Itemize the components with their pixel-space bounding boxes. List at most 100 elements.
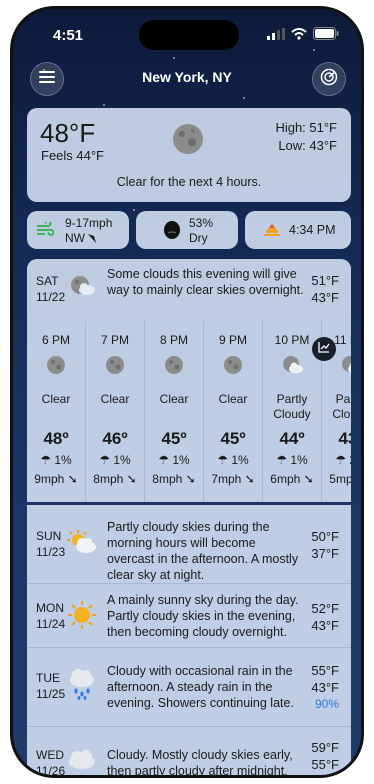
hour-condition: Clear — [100, 392, 130, 406]
hour-temp: 48º — [43, 429, 69, 448]
signal-icon — [267, 27, 285, 45]
today-day: SAT — [36, 274, 59, 288]
today-forecast-row[interactable]: SAT 11/22 Some clouds this evening will … — [27, 259, 351, 321]
hour-column[interactable]: 6 PM Clear 48º ☂ 1% 9mph ➘ — [27, 321, 86, 502]
current-summary: Clear for the next 4 hours. — [116, 175, 262, 189]
moon-icon — [171, 122, 205, 156]
umbrella-icon: ☂ — [158, 453, 170, 467]
hour-column[interactable]: 8 PM Clear 45º ☂ 1% 8mph ➘ — [145, 321, 204, 502]
wind-arrow-icon: ➘ — [67, 472, 78, 486]
humidity-tile[interactable]: 53% Dry — [136, 211, 238, 249]
chart-icon — [318, 340, 330, 358]
hour-condition: Clear — [159, 392, 189, 406]
phone-frame: 4:51 New York, NY 48°F Feels 44°F High: … — [10, 6, 364, 778]
dynamic-island — [139, 20, 239, 50]
daily-row[interactable]: WED 11/26 Cloudy. Mostly cloudy skies ear… — [27, 727, 351, 775]
day-high: 50°F — [311, 529, 339, 544]
today-date: 11/22 — [36, 290, 66, 304]
wifi-icon — [291, 27, 307, 45]
hour-time: 8 PM — [159, 333, 188, 347]
daily-row[interactable]: SUN 11/23 Partly cloudy skies during the … — [27, 505, 351, 584]
hour-wind: 8mph ➘ — [152, 472, 196, 486]
today-high: 51°F — [311, 273, 339, 288]
day-description: Cloudy. Mostly cloudy skies early, then … — [107, 748, 293, 775]
moon-cloud-icon — [70, 275, 96, 302]
day-low: 37°F — [311, 546, 339, 561]
hour-precip: ☂ 1% — [217, 453, 249, 467]
daily-row[interactable]: TUE 11/25 Cloudy with occasional rain in … — [27, 648, 351, 727]
today-low: 43°F — [311, 290, 339, 305]
day-low: 43°F — [311, 618, 339, 633]
day-low: 43°F — [311, 680, 339, 695]
wind-speed: 9-17mph — [65, 216, 113, 230]
current-temp: 48°F — [40, 118, 96, 148]
moon-cloud-icon — [282, 355, 303, 375]
day-low: 55°F — [311, 757, 339, 772]
current-conditions-card[interactable]: 48°F Feels 44°F High: 51°F Low: 43°F Cle… — [27, 108, 351, 202]
hour-temp: 44º — [279, 429, 305, 448]
umbrella-icon: ☂ — [99, 453, 111, 467]
hourly-strip[interactable]: 6 PM Clear 48º ☂ 1% 9mph ➘ 7 PM Clear 46… — [27, 321, 351, 502]
moon-icon — [164, 355, 184, 375]
day-high: 55°F — [311, 663, 339, 678]
day-name: WED — [36, 748, 64, 762]
wind-tile[interactable]: 9-17mph NW — [27, 211, 129, 249]
high-temp: High: 51°F — [275, 120, 337, 135]
hour-wind: 5mph ➘ — [329, 472, 351, 486]
today-description: Some clouds this evening will give way t… — [107, 267, 304, 297]
umbrella-icon: ☂ — [335, 453, 347, 467]
day-date: 11/23 — [36, 545, 66, 559]
day-description: A mainly sunny sky during the day. Partl… — [107, 593, 299, 639]
low-temp: Low: 43°F — [278, 138, 337, 153]
wind-direction: NW — [65, 231, 85, 245]
humidity-label: Dry — [189, 231, 208, 245]
humidity-value: 53% — [189, 216, 214, 230]
radar-icon — [320, 68, 338, 91]
moon-cloud-icon — [341, 355, 351, 375]
hour-wind: 9mph ➘ — [34, 472, 78, 486]
day-name: MON — [36, 601, 64, 615]
graph-toggle-button[interactable] — [312, 337, 336, 361]
hour-time: 6 PM — [41, 333, 70, 347]
day-name: SUN — [36, 529, 62, 543]
sun-cloud-icon — [67, 529, 97, 560]
hour-condition: Clear — [218, 392, 248, 406]
rain-cloud-icon — [67, 666, 97, 705]
cloud-icon — [67, 747, 97, 775]
wind-arrow-icon: ➘ — [303, 472, 314, 486]
umbrella-icon: ☂ — [40, 453, 52, 467]
location-title[interactable]: New York, NY — [13, 69, 361, 85]
day-description: Partly cloudy skies during the morning h… — [107, 520, 299, 582]
day-date: 11/24 — [36, 617, 66, 631]
umbrella-icon: ☂ — [217, 453, 229, 467]
wind-arrow-icon: ➘ — [244, 472, 255, 486]
app-screen: 4:51 New York, NY 48°F Feels 44°F High: … — [13, 9, 361, 775]
feels-like: Feels 44°F — [41, 148, 105, 163]
daily-row[interactable]: MON 11/24 A mainly sunny sky during the d… — [27, 584, 351, 648]
today-day-label: SAT 11/22 — [36, 273, 65, 305]
moon-icon — [105, 355, 125, 375]
hour-precip: ☂ 1% — [276, 453, 308, 467]
sunset-time: 4:34 PM — [289, 223, 336, 237]
radar-button[interactable] — [312, 62, 346, 96]
hour-column[interactable]: 9 PM Clear 45º ☂ 1% 7mph ➘ — [204, 321, 263, 502]
hour-temp: 45º — [220, 429, 246, 448]
hour-wind: 7mph ➘ — [211, 472, 255, 486]
wind-icon — [36, 220, 55, 243]
day-precip-chance: 90% — [314, 697, 339, 711]
hour-column[interactable]: 7 PM Clear 46º ☂ 1% 8mph ➘ — [86, 321, 145, 502]
moon-icon — [223, 355, 243, 375]
hour-temp: 45º — [161, 429, 187, 448]
humidity-face-icon — [163, 220, 181, 245]
moon-icon — [46, 355, 66, 375]
day-high: 59°F — [311, 740, 339, 755]
sunset-tile[interactable]: 4:34 PM — [245, 211, 351, 249]
status-time: 4:51 — [53, 27, 84, 44]
day-name: TUE — [36, 671, 60, 685]
hour-wind: 8mph ➘ — [93, 472, 137, 486]
day-date: 11/26 — [36, 764, 66, 775]
hour-time: 7 PM — [100, 333, 129, 347]
wind-arrow-icon — [87, 231, 97, 249]
sun-icon — [67, 600, 97, 635]
today-temps: 51°F 43°F — [311, 272, 339, 306]
